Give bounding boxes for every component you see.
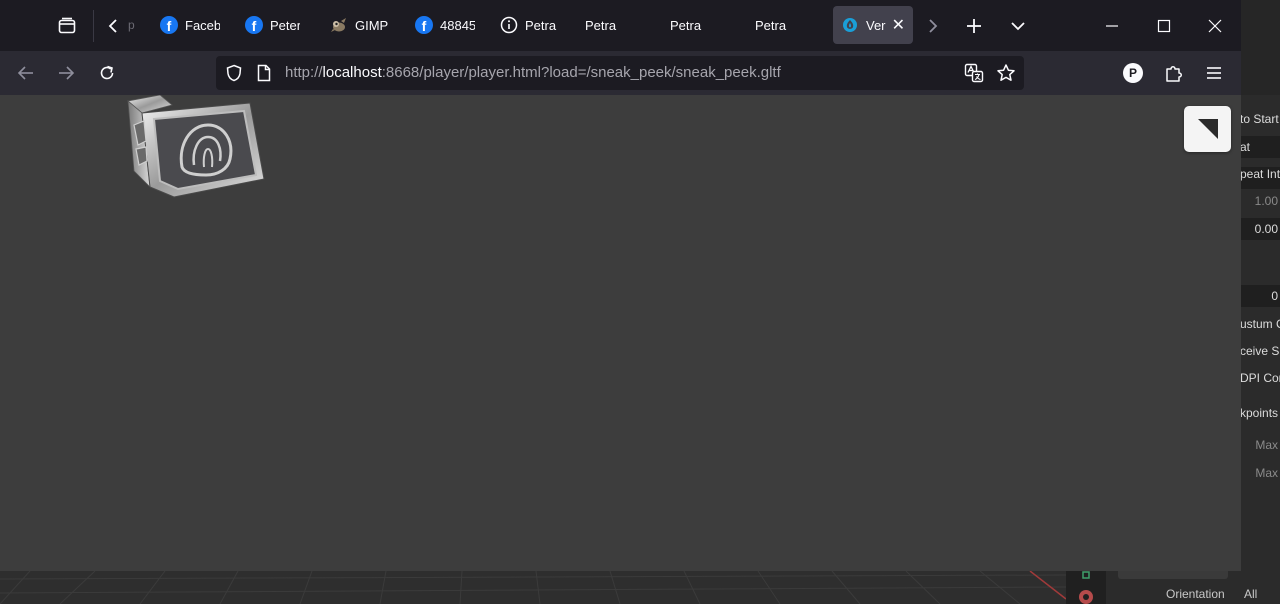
url-path: :8668/player/player.html?load=/sneak_pee… (381, 64, 781, 81)
tab-label: Peter ( (270, 17, 300, 33)
inspector-row: kpoints (1240, 406, 1279, 420)
inspector-row: ceive Sh (1240, 344, 1280, 358)
back-button[interactable] (10, 57, 42, 89)
viewport-grid (0, 571, 1066, 604)
tab-overview-icon (58, 17, 76, 34)
inspector-row: to Start (1240, 112, 1279, 126)
editor-3d-viewport[interactable] (0, 571, 1066, 604)
inspector-row[interactable]: Max (1240, 462, 1280, 484)
facebook-icon: f (160, 16, 178, 34)
maximize-icon (1157, 19, 1171, 32)
tab-7[interactable]: Petra (656, 6, 732, 44)
tab-1[interactable]: f Faceb (152, 6, 228, 44)
tab-active-label: Ver (866, 17, 886, 33)
tab-label: Petra (585, 17, 617, 33)
inspector-row[interactable]: 0 (1240, 285, 1280, 307)
gimp-icon (330, 16, 348, 34)
bookmark-star-button[interactable] (994, 61, 1018, 85)
reload-button[interactable] (91, 57, 123, 89)
site-info-button[interactable] (252, 61, 276, 85)
tab-2[interactable]: f Peter ( (237, 6, 313, 44)
tabs-scroll-left-button[interactable] (100, 10, 126, 42)
arrow-right-icon (59, 66, 75, 80)
browser-window: p fFacebfPeter (GIMPf48845PetraPetraPetr… (0, 0, 1241, 571)
maximize-window-button[interactable] (1138, 0, 1190, 51)
account-button[interactable]: P (1117, 57, 1149, 89)
close-icon (1208, 19, 1222, 32)
chevron-left-icon (108, 19, 117, 33)
chevron-down-icon (1011, 22, 1025, 31)
tab-label: Petra (525, 17, 557, 33)
translate-icon (964, 63, 984, 83)
tab-separator (93, 10, 94, 42)
inspector-row[interactable]: Max (1240, 434, 1280, 456)
chevron-right-icon (929, 19, 938, 33)
translate-page-button[interactable] (962, 61, 986, 85)
close-window-button[interactable] (1189, 0, 1241, 51)
tabs-scroll-right-button[interactable] (920, 10, 946, 42)
address-bar[interactable]: http://localhost:8668/player/player.html… (216, 56, 1024, 90)
extensions-button[interactable] (1158, 57, 1190, 89)
orientation-value[interactable]: All (1244, 587, 1257, 601)
tracking-protection-button[interactable] (222, 61, 246, 85)
tab-label: Faceb (185, 17, 220, 33)
list-all-tabs-button[interactable] (1002, 10, 1034, 42)
star-icon (997, 64, 1015, 81)
app-menu-button[interactable] (1198, 57, 1230, 89)
tab-label: Petra (670, 17, 702, 33)
inspector-row: peat Int (1240, 167, 1280, 181)
facebook-icon: f (245, 16, 263, 34)
info-icon (500, 16, 518, 34)
minimize-window-button[interactable] (1086, 0, 1138, 51)
minimize-icon (1106, 24, 1118, 27)
tab-active[interactable]: Ver ✕ (833, 6, 913, 44)
tab-6[interactable]: Petra (571, 6, 647, 44)
forward-button[interactable] (50, 57, 82, 89)
rendered-3d-die[interactable] (120, 95, 270, 205)
reload-icon (100, 65, 114, 80)
tab-label: 48845 (440, 17, 475, 33)
url-scheme: http:// (285, 64, 323, 81)
inspector-row[interactable]: at (1240, 136, 1280, 158)
url-host: localhost (322, 64, 382, 81)
new-tab-button[interactable] (958, 10, 990, 42)
tab-bar: p fFacebfPeter (GIMPf48845PetraPetraPetr… (0, 0, 1241, 51)
inspector-row: ustum C (1240, 317, 1280, 331)
tab-label: Petra (755, 17, 787, 33)
tab-3[interactable]: GIMP (322, 6, 398, 44)
inspector-panel: to Start at peat Int 1.00 0.00 0 ustum C ceive … (1240, 95, 1280, 604)
tab-5[interactable]: Petra (492, 6, 568, 44)
arrow-left-icon (17, 66, 33, 80)
shield-icon (226, 64, 242, 82)
fullscreen-button[interactable] (1184, 106, 1231, 152)
facebook-icon: f (415, 16, 433, 34)
orientation-label: Orientation (1166, 587, 1225, 601)
fullscreen-corner-icon (1197, 119, 1218, 139)
inspector-row[interactable]: 1.00 (1240, 190, 1280, 212)
hamburger-menu-icon (1207, 67, 1221, 79)
tab-overview-button[interactable] (50, 10, 84, 42)
close-tab-icon[interactable]: ✕ (892, 15, 905, 35)
inspector-row[interactable]: 0.00 (1240, 218, 1280, 240)
verge-icon (841, 16, 859, 34)
inspector-row: DPI Con (1240, 371, 1280, 385)
navigation-toolbar: http://localhost:8668/player/player.html… (0, 51, 1241, 95)
tab-4[interactable]: f 48845 (407, 6, 483, 44)
page-content[interactable] (0, 95, 1241, 571)
profile-avatar: P (1123, 63, 1143, 83)
plus-icon (967, 19, 981, 33)
page-icon (257, 64, 271, 82)
tab-label: GIMP (355, 17, 389, 33)
tab-8[interactable]: Petra (741, 6, 817, 44)
faded-tab-text: p (128, 18, 135, 32)
puzzle-piece-icon (1166, 66, 1182, 82)
url-text[interactable]: http://localhost:8668/player/player.html… (285, 56, 781, 90)
